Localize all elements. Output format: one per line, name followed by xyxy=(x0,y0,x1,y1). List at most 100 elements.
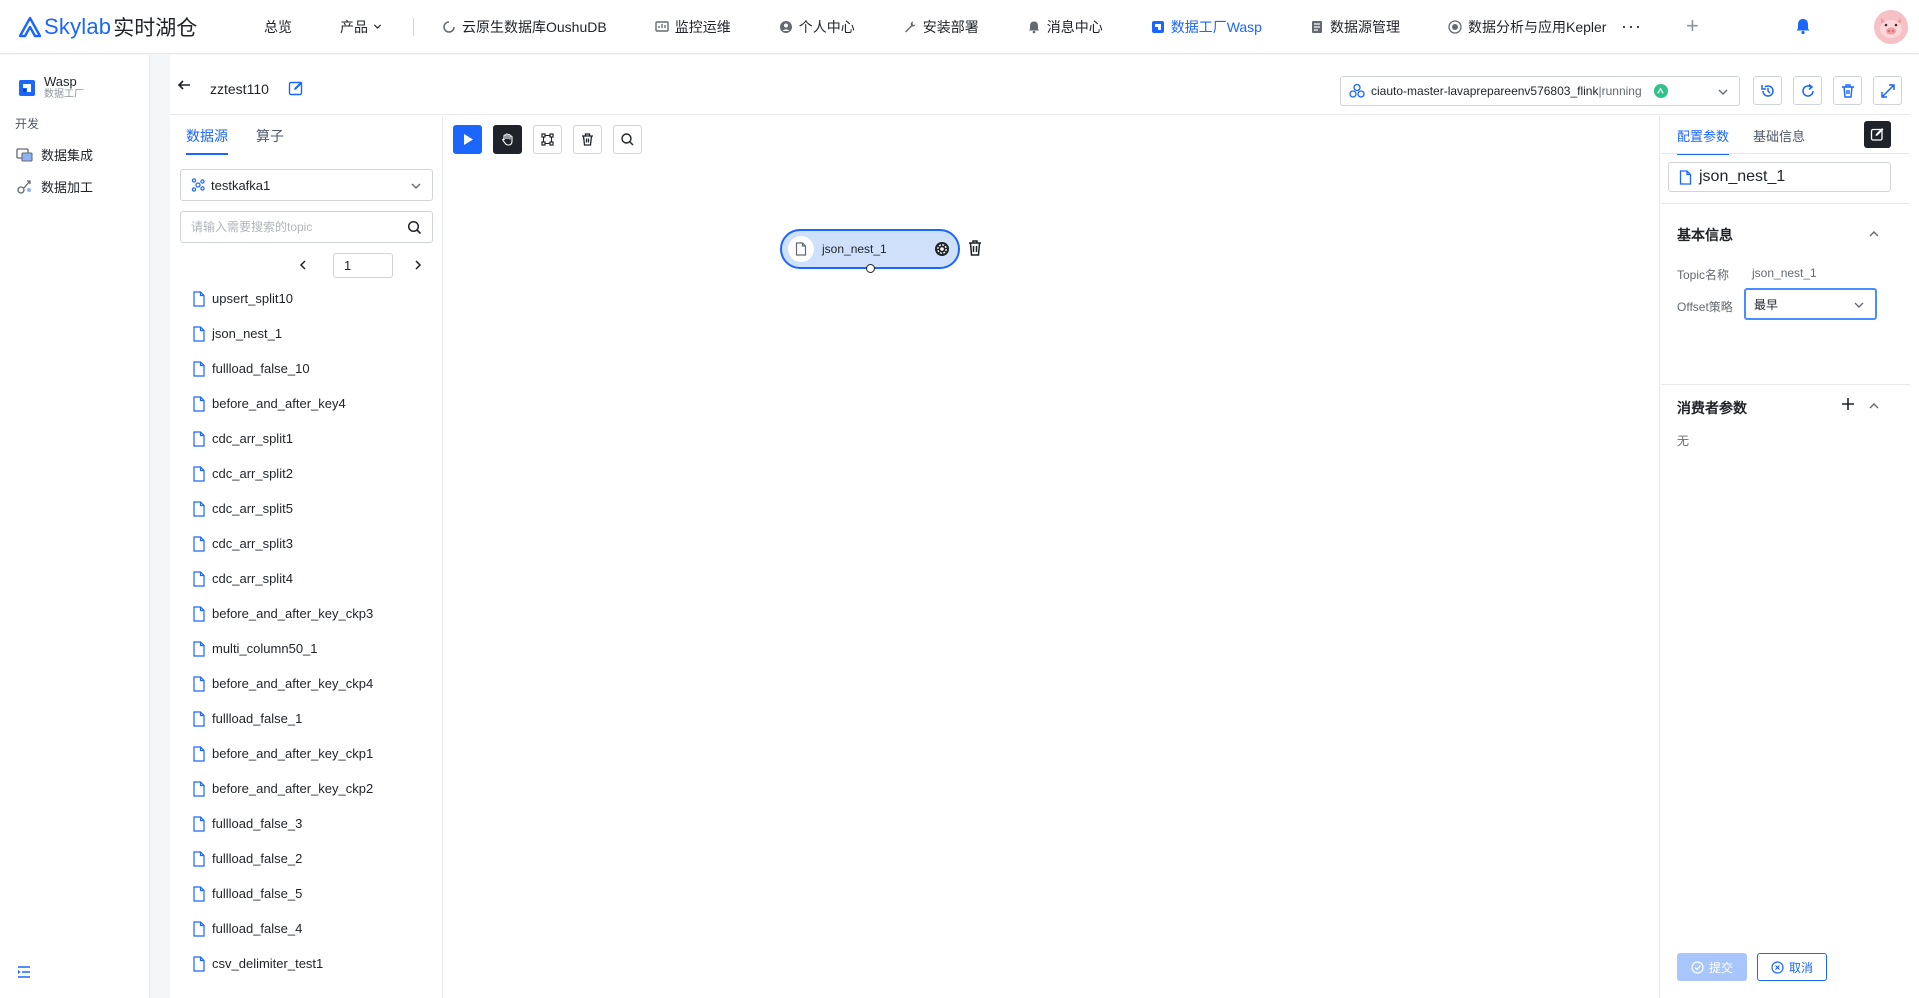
notification-bell-icon[interactable] xyxy=(1794,17,1812,35)
delete-job-button[interactable] xyxy=(1833,76,1862,105)
nav-datasource[interactable]: 数据源管理 xyxy=(1310,0,1400,54)
user-circle-icon xyxy=(779,20,792,33)
nav-personal[interactable]: 个人中心 xyxy=(779,0,855,54)
topic-label: before_and_after_key_ckp3 xyxy=(212,606,374,621)
topic-item[interactable]: cdc_arr_split4 xyxy=(192,561,432,596)
chevron-left-icon[interactable] xyxy=(297,259,309,271)
chevron-up-icon[interactable] xyxy=(1868,400,1880,412)
cluster-icon xyxy=(1349,83,1365,98)
nav-install[interactable]: 安装部署 xyxy=(903,0,979,54)
chevron-down-icon xyxy=(411,183,421,189)
topic-search-input[interactable] xyxy=(181,220,391,234)
topic-item[interactable]: cdc_arr_split5 xyxy=(192,491,432,526)
tab-datasource[interactable]: 数据源 xyxy=(186,126,228,155)
flow-canvas[interactable]: json_nest_1 xyxy=(444,116,1660,998)
trash-icon xyxy=(582,133,593,146)
tab-basic-info[interactable]: 基础信息 xyxy=(1753,126,1805,155)
add-tab-icon[interactable]: + xyxy=(1686,13,1699,39)
search-icon[interactable] xyxy=(407,220,422,235)
topic-item[interactable]: cdc_arr_split2 xyxy=(192,456,432,491)
refresh-icon xyxy=(1801,83,1814,97)
topic-label: fullload_false_4 xyxy=(212,921,303,936)
file-icon xyxy=(193,710,205,727)
nav-messages[interactable]: 消息中心 xyxy=(1027,0,1103,54)
topic-item[interactable]: csv_delimiter_test1 xyxy=(192,946,432,981)
file-icon xyxy=(193,325,205,342)
play-icon xyxy=(464,134,473,145)
node-name-field[interactable]: json_nest_1 xyxy=(1668,162,1891,192)
nav-monitor[interactable]: 监控运维 xyxy=(655,0,731,54)
tab-operators[interactable]: 算子 xyxy=(256,126,284,155)
topic-item[interactable]: cdc_arr_split3 xyxy=(192,526,432,561)
topic-item[interactable]: before_and_after_key_ckp4 xyxy=(192,666,432,701)
topic-item[interactable]: json_nest_1 xyxy=(192,316,432,351)
pan-tool-button[interactable] xyxy=(493,125,522,154)
page-input[interactable] xyxy=(333,253,393,278)
cluster-select[interactable]: ciauto-master-lavaprepareenv576803_flink… xyxy=(1340,76,1740,106)
edit-name-icon[interactable] xyxy=(288,80,304,96)
topic-item[interactable]: before_and_after_key_ckp1 xyxy=(192,736,432,771)
topic-item[interactable]: fullload_false_4 xyxy=(192,911,432,946)
chevron-up-icon[interactable] xyxy=(1868,228,1880,240)
submit-button[interactable]: 提交 xyxy=(1677,953,1747,981)
history-icon xyxy=(1760,84,1774,97)
avatar[interactable] xyxy=(1874,10,1908,44)
topic-item[interactable]: multi_column50_1 xyxy=(192,631,432,666)
logo[interactable]: Skylab 实时湖仓 xyxy=(0,12,250,42)
more-icon[interactable]: ··· xyxy=(1621,16,1642,37)
delete-node-icon[interactable] xyxy=(967,239,983,257)
nav-oushudb[interactable]: 云原生数据库OushuDB xyxy=(442,0,607,54)
tab-config-params[interactable]: 配置参数 xyxy=(1677,126,1730,155)
nav-kepler[interactable]: 数据分析与应用Kepler xyxy=(1448,0,1606,54)
topic-item[interactable]: fullload_false_10 xyxy=(192,351,432,386)
plus-icon[interactable] xyxy=(1841,397,1855,411)
topic-item[interactable]: cdc_arr_split1 xyxy=(192,421,432,456)
chevron-down-icon xyxy=(1718,89,1728,95)
run-button[interactable] xyxy=(453,125,482,154)
topic-item[interactable]: fullload_false_1 xyxy=(192,701,432,736)
source-panel: 数据源 算子 testkafka1 upsert_split10 json_nes… xyxy=(170,116,443,998)
refresh-button[interactable] xyxy=(1793,76,1822,105)
kafka-source-select[interactable]: testkafka1 xyxy=(180,169,433,201)
flow-node[interactable]: json_nest_1 xyxy=(780,229,960,273)
nav-products[interactable]: 产品 xyxy=(340,0,383,54)
clear-canvas-button[interactable] xyxy=(573,125,602,154)
topic-search xyxy=(180,211,433,243)
nav-wasp[interactable]: 数据工厂Wasp xyxy=(1151,0,1262,54)
file-icon xyxy=(193,500,205,517)
divider xyxy=(1661,203,1910,204)
sidebar-app-title: Wasp xyxy=(44,74,77,89)
config-edit-button[interactable] xyxy=(1864,121,1891,148)
fit-view-button[interactable] xyxy=(533,125,562,154)
monitor-icon xyxy=(655,20,669,32)
topic-label: cdc_arr_split4 xyxy=(212,571,293,586)
nav-overview[interactable]: 总览 xyxy=(264,0,292,54)
consumer-params-empty: 无 xyxy=(1677,434,1690,448)
sidebar-item-processing[interactable]: 数据加工 xyxy=(0,170,149,202)
topic-item[interactable]: before_and_after_key_ckp3 xyxy=(192,596,432,631)
gear-icon[interactable] xyxy=(934,241,950,257)
search-node-button[interactable] xyxy=(613,125,642,154)
node-output-port[interactable] xyxy=(866,264,875,273)
topic-item[interactable]: upsert_split10 xyxy=(192,281,432,316)
collapse-menu-icon[interactable] xyxy=(16,964,32,980)
topic-label: cdc_arr_split2 xyxy=(212,466,293,481)
file-icon xyxy=(193,290,205,307)
back-arrow-icon[interactable] xyxy=(176,77,192,93)
chevron-right-icon[interactable] xyxy=(412,259,424,271)
cancel-button[interactable]: 取消 xyxy=(1757,953,1827,981)
topic-item[interactable]: fullload_false_3 xyxy=(192,806,432,841)
trash-icon xyxy=(1841,83,1854,98)
topic-label: fullload_false_5 xyxy=(212,886,303,901)
fullscreen-button[interactable] xyxy=(1873,76,1902,105)
offset-strategy-select[interactable]: 最早 xyxy=(1744,288,1877,320)
topic-item[interactable]: before_and_after_key_ckp2 xyxy=(192,771,432,806)
topic-item[interactable]: fullload_false_2 xyxy=(192,841,432,876)
sidebar-app-header[interactable]: Wasp 数据工厂 xyxy=(0,55,149,101)
topic-label: fullload_false_10 xyxy=(212,361,310,376)
topic-item[interactable]: before_and_after_key4 xyxy=(192,386,432,421)
wrench-icon xyxy=(904,21,916,32)
history-button[interactable] xyxy=(1753,76,1782,105)
sidebar-item-integration[interactable]: 数据集成 xyxy=(0,138,149,170)
topic-item[interactable]: fullload_false_5 xyxy=(192,876,432,911)
